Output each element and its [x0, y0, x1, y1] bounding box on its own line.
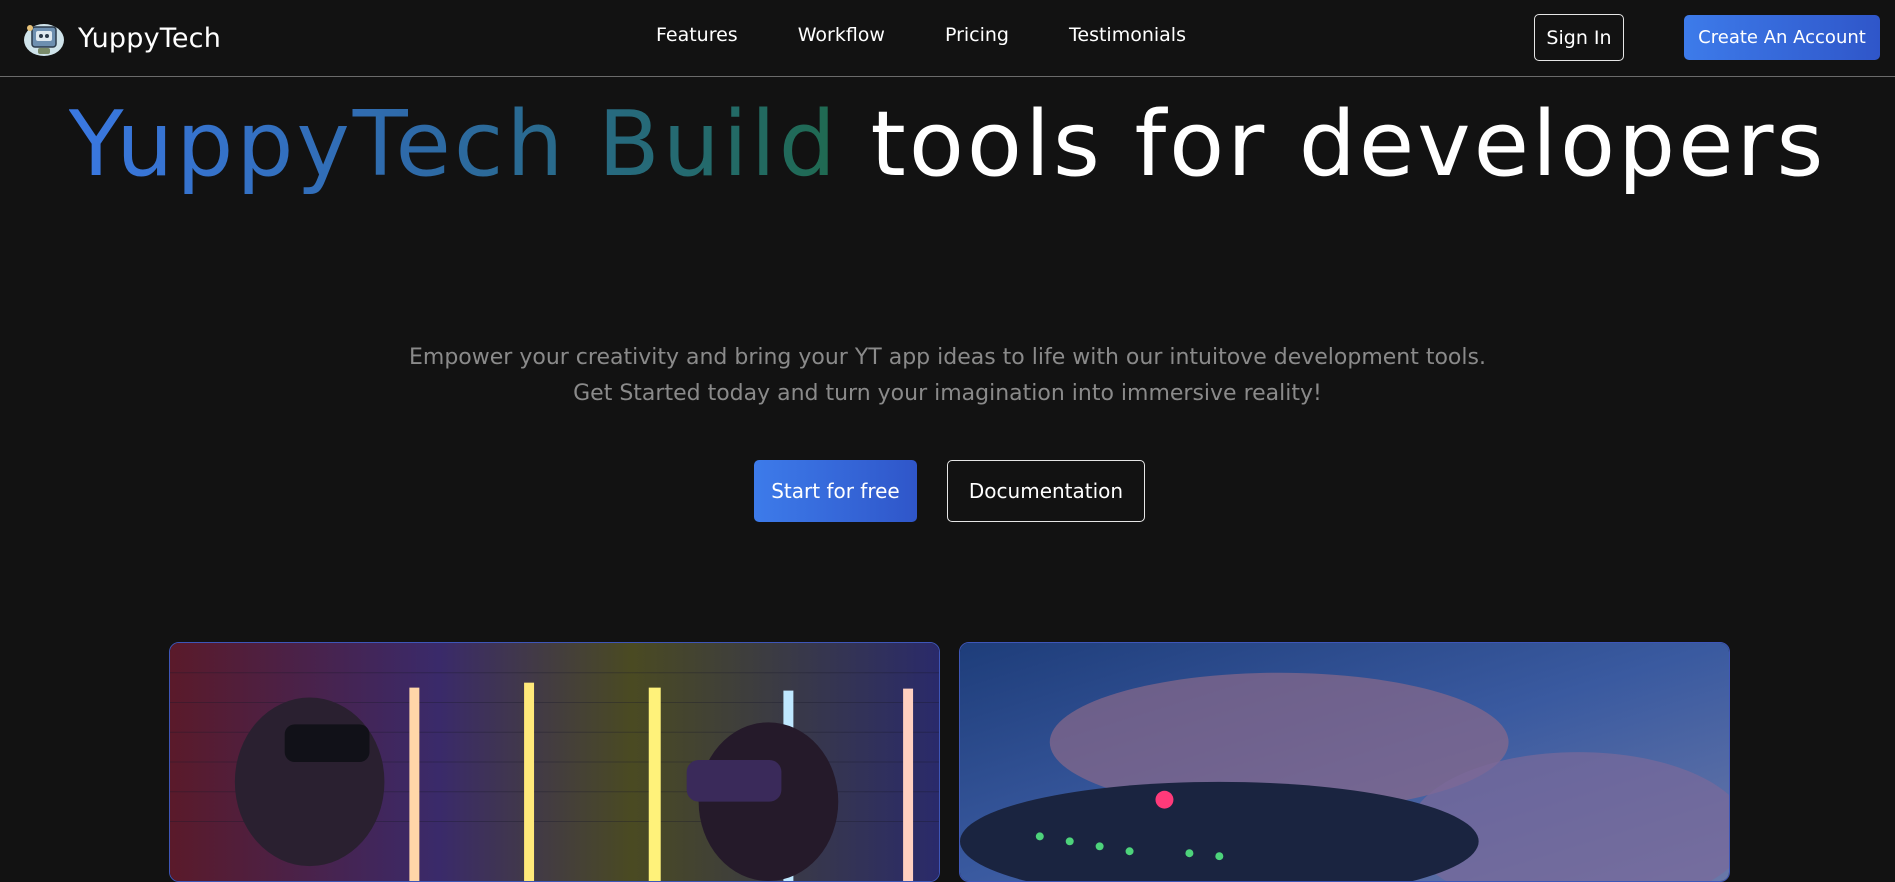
brand-logo-link[interactable]: YuppyTech: [22, 18, 221, 58]
start-for-free-button[interactable]: Start for free: [754, 460, 917, 522]
main-nav: Features Workflow Pricing Testimonials: [656, 24, 1186, 46]
vr-neon-image-card: [169, 642, 940, 882]
nav-link-workflow[interactable]: Workflow: [798, 24, 885, 46]
nav-link-testimonials[interactable]: Testimonials: [1069, 24, 1186, 46]
robot-mascot-icon: [24, 24, 64, 56]
vr-neon-photo: [170, 643, 939, 881]
sign-in-button[interactable]: Sign In: [1534, 14, 1624, 61]
hero-title: YuppyTech Build tools for developers: [0, 100, 1895, 190]
nav-link-features[interactable]: Features: [656, 24, 738, 46]
brand-name: YuppyTech: [78, 22, 222, 54]
hero-title-rest: tools for developers: [838, 92, 1827, 197]
nav-link-pricing[interactable]: Pricing: [945, 24, 1009, 46]
hero-subtitle-line-1: Empower your creativity and bring your Y…: [409, 345, 1486, 370]
keyboard-image-card: [959, 642, 1730, 882]
hero-subtitle-line-2: Get Started today and turn your imaginat…: [573, 381, 1322, 406]
create-account-button[interactable]: Create An Account: [1684, 15, 1880, 60]
hero-subtitle: Empower your creativity and bring your Y…: [0, 340, 1895, 412]
keyboard-photo: [960, 643, 1729, 881]
top-navbar: YuppyTech Features Workflow Pricing Test…: [0, 0, 1895, 77]
documentation-button[interactable]: Documentation: [947, 460, 1145, 522]
hero-title-highlight: YuppyTech Build: [68, 92, 839, 197]
